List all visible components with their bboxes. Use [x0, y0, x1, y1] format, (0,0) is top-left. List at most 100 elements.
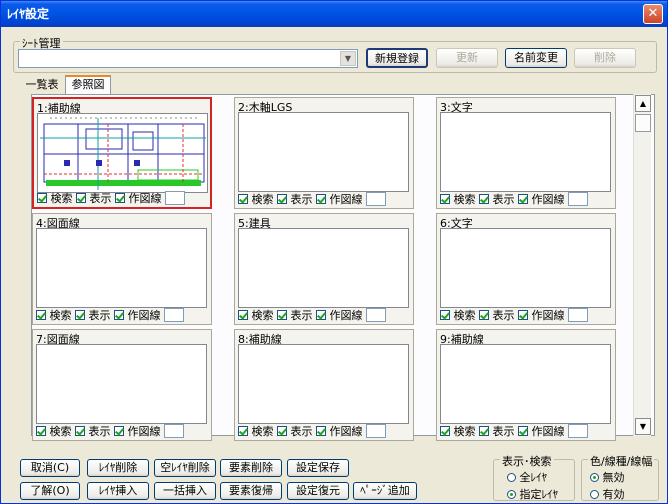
- layer-checks: 検索 表示 作図線: [238, 307, 410, 322]
- display-search-label: 表示･検索: [500, 453, 554, 469]
- color-swatch[interactable]: [365, 424, 386, 438]
- drawline-checkbox[interactable]: [518, 426, 528, 436]
- radio-specified-layers[interactable]: [507, 490, 516, 499]
- scroll-up-icon[interactable]: ▲: [635, 95, 651, 112]
- cancel-button[interactable]: 取消(C): [20, 459, 80, 477]
- show-checkbox[interactable]: [277, 194, 287, 204]
- radio-enabled[interactable]: [590, 490, 599, 499]
- option-all-layers[interactable]: 全ﾚｲﾔ: [507, 469, 547, 485]
- search-checkbox[interactable]: [36, 310, 46, 320]
- search-label: 検索: [453, 309, 476, 322]
- tab-reference[interactable]: 参照図: [65, 75, 111, 95]
- option-specified-layers[interactable]: 指定ﾚｲﾔ: [507, 486, 558, 502]
- ok-button[interactable]: 了解(O): [20, 482, 80, 500]
- drawline-checkbox[interactable]: [518, 310, 528, 320]
- update-button[interactable]: 更新: [436, 48, 498, 68]
- search-checkbox[interactable]: [440, 194, 450, 204]
- save-settings-button[interactable]: 設定保存: [287, 459, 349, 477]
- delete-button[interactable]: 削除: [574, 48, 636, 68]
- drawline-checkbox[interactable]: [316, 426, 326, 436]
- drawline-checkbox[interactable]: [316, 194, 326, 204]
- color-swatch[interactable]: [567, 308, 588, 322]
- scroll-down-icon[interactable]: ▼: [635, 418, 651, 435]
- show-checkbox[interactable]: [479, 194, 489, 204]
- search-label: 検索: [50, 192, 73, 205]
- search-checkbox[interactable]: [440, 310, 450, 320]
- element-restore-button[interactable]: 要素復帰: [220, 482, 282, 500]
- color-swatch[interactable]: [567, 424, 588, 438]
- layer-thumbnail: [36, 344, 207, 424]
- empty-layer-delete-button[interactable]: 空ﾚｲﾔ削除: [154, 459, 216, 477]
- color-swatch[interactable]: [365, 308, 386, 322]
- layer-checks: 検索 表示 作図線: [238, 423, 410, 438]
- drawline-label: 作図線: [531, 309, 565, 322]
- sheet-select[interactable]: ▼: [18, 49, 358, 68]
- option-disabled-label: 無効: [602, 471, 625, 484]
- drawline-checkbox[interactable]: [114, 310, 124, 320]
- search-checkbox[interactable]: [36, 426, 46, 436]
- drawline-checkbox[interactable]: [114, 426, 124, 436]
- drawline-checkbox[interactable]: [316, 310, 326, 320]
- radio-all-layers[interactable]: [507, 473, 516, 482]
- layer-panel-1[interactable]: 1:補助線 検索 表示 作図線: [32, 97, 212, 209]
- show-checkbox[interactable]: [277, 310, 287, 320]
- color-swatch[interactable]: [567, 192, 588, 206]
- restore-settings-button[interactable]: 設定復元: [287, 482, 349, 500]
- show-checkbox[interactable]: [76, 193, 86, 203]
- option-all-layers-label: 全ﾚｲﾔ: [519, 471, 548, 484]
- color-swatch[interactable]: [163, 308, 184, 322]
- show-checkbox[interactable]: [479, 310, 489, 320]
- color-swatch[interactable]: [163, 424, 184, 438]
- search-checkbox[interactable]: [37, 193, 47, 203]
- search-checkbox[interactable]: [238, 310, 248, 320]
- layer-panel-8[interactable]: 8:補助線 検索 表示 作図線: [234, 329, 414, 441]
- layer-panel-6[interactable]: 6:文字 検索 表示 作図線: [436, 213, 616, 325]
- show-label: 表示: [290, 425, 313, 438]
- search-checkbox[interactable]: [238, 194, 248, 204]
- layer-checks: 検索 表示 作図線: [440, 307, 612, 322]
- show-checkbox[interactable]: [479, 426, 489, 436]
- tab-list[interactable]: 一覧表: [21, 77, 63, 95]
- show-checkbox[interactable]: [75, 310, 85, 320]
- layer-delete-button[interactable]: ﾚｲﾔ削除: [87, 459, 149, 477]
- drawline-label: 作図線: [128, 192, 162, 205]
- drawing-preview-icon: [38, 114, 207, 192]
- chevron-down-icon[interactable]: ▼: [340, 51, 356, 66]
- show-checkbox[interactable]: [277, 426, 287, 436]
- drawline-label: 作図線: [127, 425, 161, 438]
- color-swatch[interactable]: [164, 191, 185, 205]
- layer-panel-7[interactable]: 7:図面線 検索 表示 作図線: [32, 329, 212, 441]
- close-icon[interactable]: ✕: [643, 4, 663, 24]
- layer-panel-2[interactable]: 2:木軸LGS 検索 表示 作図線: [234, 97, 414, 209]
- layer-thumbnail: [36, 228, 207, 308]
- layer-thumbnail: [440, 344, 611, 424]
- color-swatch[interactable]: [365, 192, 386, 206]
- layer-panel-3[interactable]: 3:文字 検索 表示 作図線: [436, 97, 616, 209]
- layer-panel-5[interactable]: 5:建具 検索 表示 作図線: [234, 213, 414, 325]
- layer-settings-window: ﾚｲﾔ設定 ✕ ｼｰﾄ管理 ▼ 新規登録 更新 名前変更 削除 一覧表 参照図 …: [0, 0, 668, 504]
- layer-panel-4[interactable]: 4:図面線 検索 表示 作図線: [32, 213, 212, 325]
- option-disabled[interactable]: 無効: [590, 469, 625, 485]
- scroll-thumb[interactable]: [635, 114, 651, 132]
- add-page-button[interactable]: ﾍﾟｰｼﾞ追加: [353, 482, 417, 500]
- show-checkbox[interactable]: [75, 426, 85, 436]
- search-checkbox[interactable]: [440, 426, 450, 436]
- element-delete-button[interactable]: 要素削除: [220, 459, 282, 477]
- new-register-button[interactable]: 新規登録: [366, 48, 428, 68]
- show-label: 表示: [492, 193, 515, 206]
- drawline-checkbox[interactable]: [115, 193, 125, 203]
- show-label: 表示: [88, 309, 111, 322]
- vertical-scrollbar[interactable]: ▲ ▼: [633, 94, 651, 436]
- layer-checks: 検索 表示 作図線: [440, 423, 612, 438]
- bulk-insert-button[interactable]: 一括挿入: [154, 482, 216, 500]
- drawline-label: 作図線: [531, 193, 565, 206]
- radio-disabled[interactable]: [590, 473, 599, 482]
- layer-insert-button[interactable]: ﾚｲﾔ挿入: [87, 482, 149, 500]
- layer-thumbnail: [37, 113, 208, 193]
- option-enabled[interactable]: 有効: [590, 486, 625, 502]
- show-label: 表示: [492, 425, 515, 438]
- search-checkbox[interactable]: [238, 426, 248, 436]
- rename-button[interactable]: 名前変更: [505, 48, 567, 68]
- drawline-checkbox[interactable]: [518, 194, 528, 204]
- layer-panel-9[interactable]: 9:補助線 検索 表示 作図線: [436, 329, 616, 441]
